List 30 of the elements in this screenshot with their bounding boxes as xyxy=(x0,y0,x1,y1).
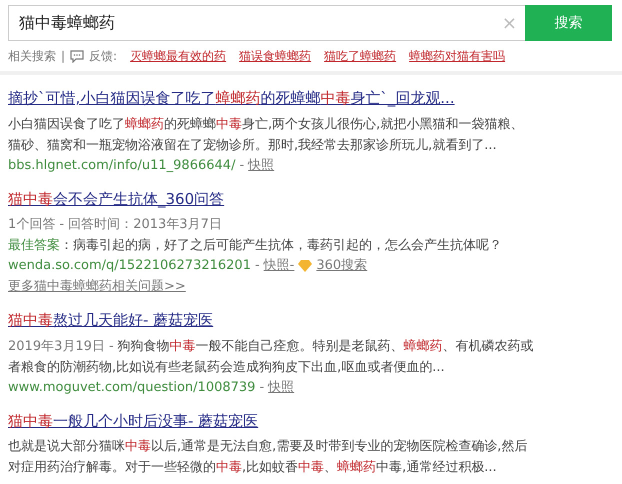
result-url: wenda.so.com/q/1522106273216201 xyxy=(8,257,251,275)
snapshot-link[interactable]: 快照 xyxy=(248,156,274,176)
separator: - xyxy=(239,156,244,174)
related-search-link[interactable]: 猫误食蟑螂药 xyxy=(239,47,312,65)
search-field[interactable]: 猫中毒蟑螂药 × xyxy=(8,5,525,41)
related-label: 相关搜索 xyxy=(8,48,56,65)
diamond-icon xyxy=(298,260,312,272)
result-snippet: 2019年3月19日 - 狗狗食物中毒一般不能自己痊愈。特别是老鼠药、蟑螂药、有机磷农药或者粮食的防潮药物,比如说有些老鼠药会造成狗狗皮下出血,呕血或者便血的... xyxy=(8,338,535,376)
result-title-link[interactable]: 猫中毒会不会产生抗体_360问答 xyxy=(8,188,224,210)
result-url: bbs.hlgnet.com/info/u11_9866644/ xyxy=(8,156,236,174)
answer-meta: 1个回答 - 回答时间：2013年3月7日 xyxy=(8,216,223,234)
comment-icon[interactable] xyxy=(70,50,84,62)
result-title-link[interactable]: 摘抄`可惜,小白猫因误食了吃了蟑螂药的死蟑螂中毒身亡`_回龙观... xyxy=(8,87,455,110)
related-search-link[interactable]: 蟑螂药对猫有害吗 xyxy=(409,47,506,65)
separator: - xyxy=(254,257,260,275)
related-search-link[interactable]: 灭蟑螂最有效的药 xyxy=(130,47,226,65)
feedback-link[interactable]: 反馈: xyxy=(89,47,118,65)
result-title-link[interactable]: 猫中毒熬过几天能好- 蘑菇宠医 xyxy=(8,309,214,332)
separator: | xyxy=(61,48,66,65)
result-snippet: 也就是说大部分猫咪中毒以后,通常是无法自愈,需要及时带到专业的宠物医院检查确诊,然后对症用药治疗解毒。对于一些轻微的中毒,比如蚊香中毒、蟑螂药中毒,通常经过积极... xyxy=(8,438,528,477)
source-link[interactable]: 360搜索 xyxy=(316,256,368,276)
result-url: www.moguvet.com/question/1008739 xyxy=(8,378,256,396)
best-answer-text: 最佳答案：病毒引起的病，好了之后可能产生抗体，毒药引起的，怎么会产生抗体呢？ xyxy=(8,237,503,255)
snapshot-link[interactable]: 快照 xyxy=(268,378,294,398)
snapshot-link[interactable]: 快照- xyxy=(264,256,294,276)
result-snippet: 小白猫因误食了吃了蟑螂药的死蟑螂中毒身亡,两个女孩儿很伤心,就把小黑猫和一袋猫粮、猫砂、猫窝和一瓶宠物浴液留在了宠物诊所。那时,我经常去那家诊所玩儿,就看到了... xyxy=(8,116,524,154)
more-questions-link[interactable]: 更多猫中毒蟑螂药相关问题>> xyxy=(8,276,186,297)
related-search-link[interactable]: 猫吃了蟑螂药 xyxy=(324,47,396,65)
separator: - xyxy=(259,378,264,396)
result-title-link[interactable]: 猫中毒一般几个小时后没事- 蘑菇宠医 xyxy=(8,410,258,432)
